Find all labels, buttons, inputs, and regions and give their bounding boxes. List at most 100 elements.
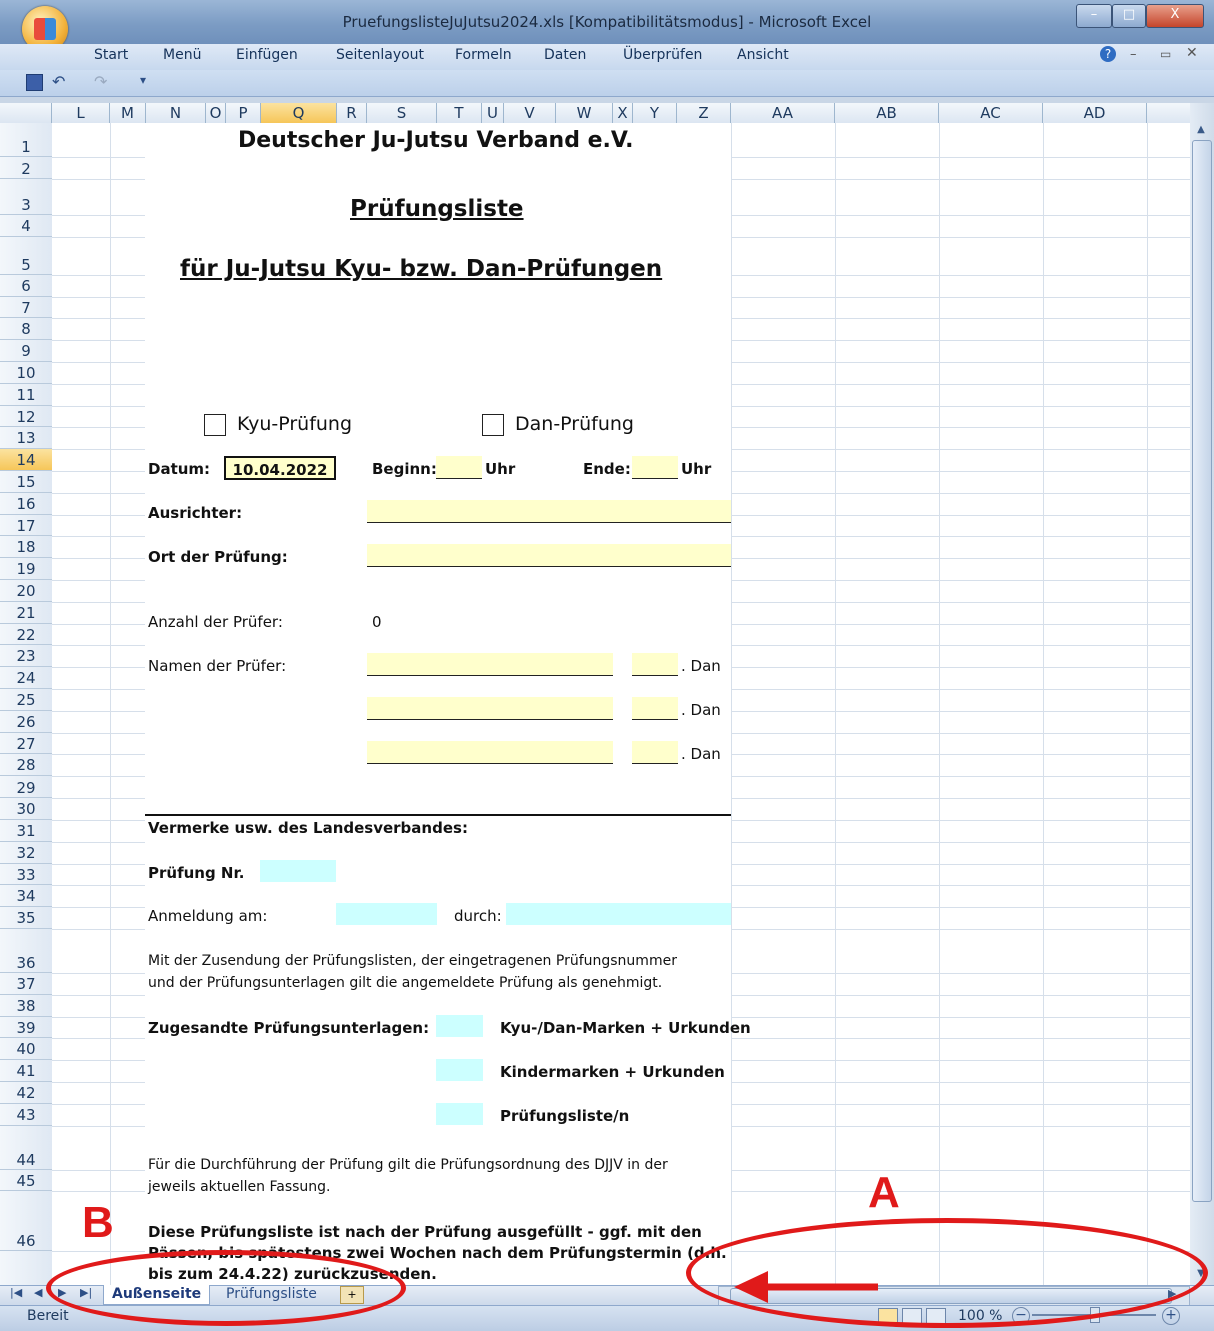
- pruefer-name-3[interactable]: [367, 741, 613, 764]
- column-header-aa[interactable]: AA: [731, 103, 835, 123]
- beginn-field[interactable]: [436, 456, 482, 479]
- pruefer-dan-3[interactable]: [632, 741, 678, 764]
- row-header-20[interactable]: 20: [0, 580, 52, 602]
- spreadsheet-grid[interactable]: Deutscher Ju-Jutsu Verband e.V. Prüfungs…: [52, 123, 1190, 1285]
- column-header-l[interactable]: L: [52, 103, 110, 123]
- row-header-38[interactable]: 38: [0, 995, 52, 1017]
- row-header-29[interactable]: 29: [0, 776, 52, 799]
- row-header-39[interactable]: 39: [0, 1017, 52, 1039]
- row-header-9[interactable]: 9: [0, 340, 52, 362]
- row-header-16[interactable]: 16: [0, 493, 52, 515]
- row-header-13[interactable]: 13: [0, 427, 52, 450]
- column-header-p[interactable]: P: [226, 103, 261, 123]
- row-header-44[interactable]: 44: [0, 1126, 52, 1170]
- row-header-42[interactable]: 42: [0, 1082, 52, 1104]
- row-header-18[interactable]: 18: [0, 536, 52, 559]
- row-header-45[interactable]: 45: [0, 1170, 52, 1192]
- row-header-35[interactable]: 35: [0, 907, 52, 929]
- anmeldung-field[interactable]: [336, 903, 437, 925]
- row-header-17[interactable]: 17: [0, 515, 52, 537]
- maximize-button[interactable]: □: [1112, 4, 1146, 28]
- row-header-33[interactable]: 33: [0, 864, 52, 886]
- row-header-46[interactable]: 46: [0, 1191, 52, 1252]
- datum-cell[interactable]: 10.04.2022: [224, 456, 336, 480]
- column-header-u[interactable]: U: [482, 103, 504, 123]
- column-header-q[interactable]: Q: [261, 103, 337, 123]
- row-header-15[interactable]: 15: [0, 471, 52, 493]
- column-header-z[interactable]: Z: [677, 103, 731, 123]
- column-header-r[interactable]: R: [337, 103, 367, 123]
- row-header-32[interactable]: 32: [0, 842, 52, 864]
- row-header-26[interactable]: 26: [0, 711, 52, 733]
- row-header-14[interactable]: 14: [0, 449, 52, 471]
- row-header-43[interactable]: 43: [0, 1104, 52, 1126]
- tab-seitenlayout[interactable]: Seitenlayout: [336, 47, 424, 63]
- row-header-23[interactable]: 23: [0, 645, 52, 668]
- customize-qat-icon[interactable]: ▾: [140, 73, 146, 87]
- tab-formeln[interactable]: Formeln: [455, 47, 512, 63]
- ende-field[interactable]: [632, 456, 678, 479]
- tab-menu[interactable]: Menü: [163, 47, 201, 63]
- item3-check-cell[interactable]: [436, 1103, 483, 1125]
- row-header-31[interactable]: 31: [0, 820, 52, 842]
- row-header-7[interactable]: 7: [0, 297, 52, 319]
- row-header-3[interactable]: 3: [0, 179, 52, 215]
- row-header-4[interactable]: 4: [0, 215, 52, 237]
- ort-field[interactable]: [367, 544, 731, 567]
- row-header-10[interactable]: 10: [0, 362, 52, 384]
- tab-ueberpruefen[interactable]: Überprüfen: [623, 47, 702, 63]
- column-header-m[interactable]: M: [110, 103, 146, 123]
- column-header-ab[interactable]: AB: [835, 103, 939, 123]
- help-icon[interactable]: ?: [1100, 46, 1116, 62]
- save-icon[interactable]: [26, 74, 43, 91]
- column-header-ad[interactable]: AD: [1043, 103, 1147, 123]
- pruefer-name-2[interactable]: [367, 697, 613, 720]
- pruefer-dan-1[interactable]: [632, 653, 678, 676]
- row-header-37[interactable]: 37: [0, 973, 52, 995]
- column-header-w[interactable]: W: [556, 103, 613, 123]
- column-header-s[interactable]: S: [367, 103, 437, 123]
- row-header-41[interactable]: 41: [0, 1060, 52, 1082]
- row-header-24[interactable]: 24: [0, 667, 52, 689]
- close-button[interactable]: X: [1146, 4, 1204, 28]
- durch-field[interactable]: [506, 903, 731, 925]
- row-header-22[interactable]: 22: [0, 624, 52, 646]
- pruefung-nr-field[interactable]: [260, 860, 336, 882]
- ribbon-close-icon[interactable]: ✕: [1186, 45, 1198, 61]
- tab-einfuegen[interactable]: Einfügen: [236, 47, 298, 63]
- column-header-ac[interactable]: AC: [939, 103, 1043, 123]
- item2-check-cell[interactable]: [436, 1059, 483, 1081]
- pruefer-dan-2[interactable]: [632, 697, 678, 720]
- undo-icon[interactable]: ↶: [52, 72, 65, 91]
- scroll-up-icon[interactable]: ▲: [1193, 124, 1209, 136]
- prev-sheet-icon[interactable]: ◀: [34, 1286, 42, 1299]
- column-header-o[interactable]: O: [206, 103, 226, 123]
- redo-icon[interactable]: ↷: [94, 72, 107, 91]
- row-header-5[interactable]: 5: [0, 237, 52, 275]
- column-header-x[interactable]: X: [613, 103, 633, 123]
- row-header-11[interactable]: 11: [0, 384, 52, 406]
- row-header-28[interactable]: 28: [0, 754, 52, 777]
- column-header-t[interactable]: T: [437, 103, 482, 123]
- row-header-19[interactable]: 19: [0, 558, 52, 580]
- kyu-checkbox[interactable]: [204, 414, 226, 436]
- vertical-scroll-thumb[interactable]: [1192, 140, 1212, 1202]
- column-header-v[interactable]: V: [504, 103, 556, 123]
- row-header-2[interactable]: 2: [0, 157, 52, 179]
- ausrichter-field[interactable]: [367, 500, 731, 523]
- select-all-corner[interactable]: [0, 103, 52, 123]
- dan-checkbox[interactable]: [482, 414, 504, 436]
- row-header-30[interactable]: 30: [0, 798, 52, 820]
- first-sheet-icon[interactable]: |◀: [10, 1286, 22, 1299]
- row-header-34[interactable]: 34: [0, 885, 52, 908]
- column-header-n[interactable]: N: [146, 103, 206, 123]
- row-header-40[interactable]: 40: [0, 1038, 52, 1061]
- column-header-y[interactable]: Y: [633, 103, 677, 123]
- row-header-27[interactable]: 27: [0, 733, 52, 755]
- ribbon-restore-icon[interactable]: ▭: [1160, 47, 1171, 61]
- zoom-in-icon[interactable]: +: [1162, 1307, 1180, 1325]
- row-header-36[interactable]: 36: [0, 929, 52, 973]
- item1-check-cell[interactable]: [436, 1015, 483, 1037]
- tab-start[interactable]: Start: [94, 47, 128, 63]
- tab-ansicht[interactable]: Ansicht: [737, 47, 789, 63]
